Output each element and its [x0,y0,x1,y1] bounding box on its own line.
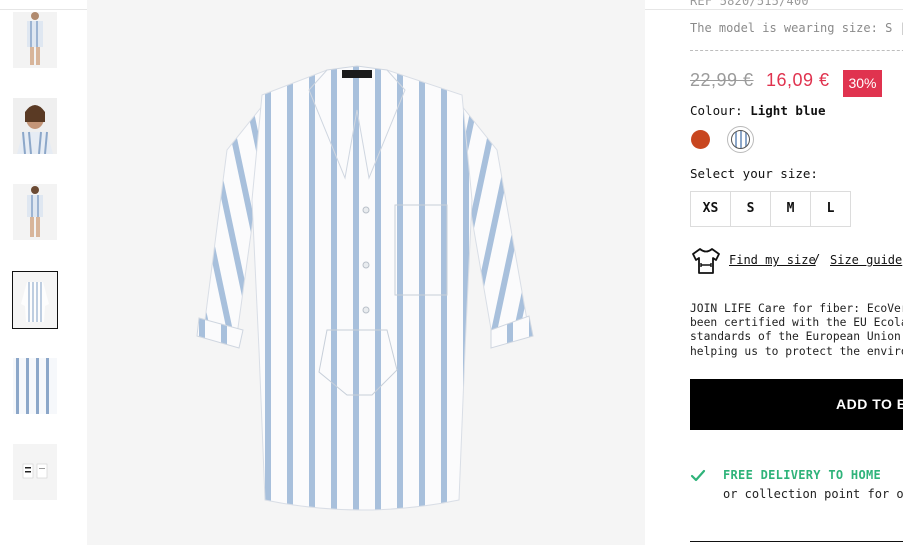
colour-value: Light blue [750,103,826,118]
care-line: JOIN LIFE Care for fiber: EcoVero™ Vi [690,302,903,315]
free-delivery-title: FREE DELIVERY TO HOME [723,468,882,482]
product-details-panel: REF 5820/515/400 The model is wearing si… [690,0,903,545]
colour-label: Colour: Light blue [690,103,825,118]
thumbnail-6[interactable] [13,444,57,500]
delivery-subtitle: or collection point for orders [723,487,903,501]
thumbnail-1[interactable] [13,12,57,68]
section-divider [690,541,903,542]
check-icon [690,469,706,482]
size-button-xs[interactable]: XS [690,191,731,227]
size-button-m[interactable]: M [770,191,811,227]
discount-badge: 30% [843,70,882,97]
size-button-l[interactable]: L [810,191,851,227]
sale-price: 16,09 € [766,70,830,90]
care-description: JOIN LIFE Care for fiber: EcoVero™ Vi be… [690,302,903,359]
thumbnail-3[interactable] [13,184,57,240]
care-line: been certified with the EU Ecolabel ar [690,316,903,330]
thumbnail-5[interactable] [13,358,57,414]
find-my-size-link[interactable]: Find my size [729,253,816,267]
add-to-bag-button[interactable]: ADD TO B [690,379,903,430]
product-main-image[interactable] [87,0,645,545]
thumbnail-2[interactable] [13,98,57,154]
original-price: 22,99 € [690,70,754,90]
care-line: helping us to protect the environment [690,344,903,358]
size-guide-link[interactable]: Size guide [830,253,902,267]
dashed-divider [690,50,903,51]
thumbnail-4-selected[interactable] [12,271,58,329]
colour-label-text: Colour: [690,103,743,118]
colour-swatch-rust[interactable] [691,130,710,149]
model-size-note: The model is wearing size: S | Model h [690,21,903,35]
colour-swatch-light-blue[interactable] [731,130,750,149]
size-button-s[interactable]: S [730,191,771,227]
care-line: standards of the European Union from [690,330,903,344]
size-title: Select your size: [690,166,818,181]
size-help-row: Find my size / Size guide [690,246,903,276]
product-reference: REF 5820/515/400 [690,0,809,8]
link-separator: / [813,252,821,266]
tshirt-measure-icon [692,248,720,274]
size-selector: XS S M L [690,191,851,227]
